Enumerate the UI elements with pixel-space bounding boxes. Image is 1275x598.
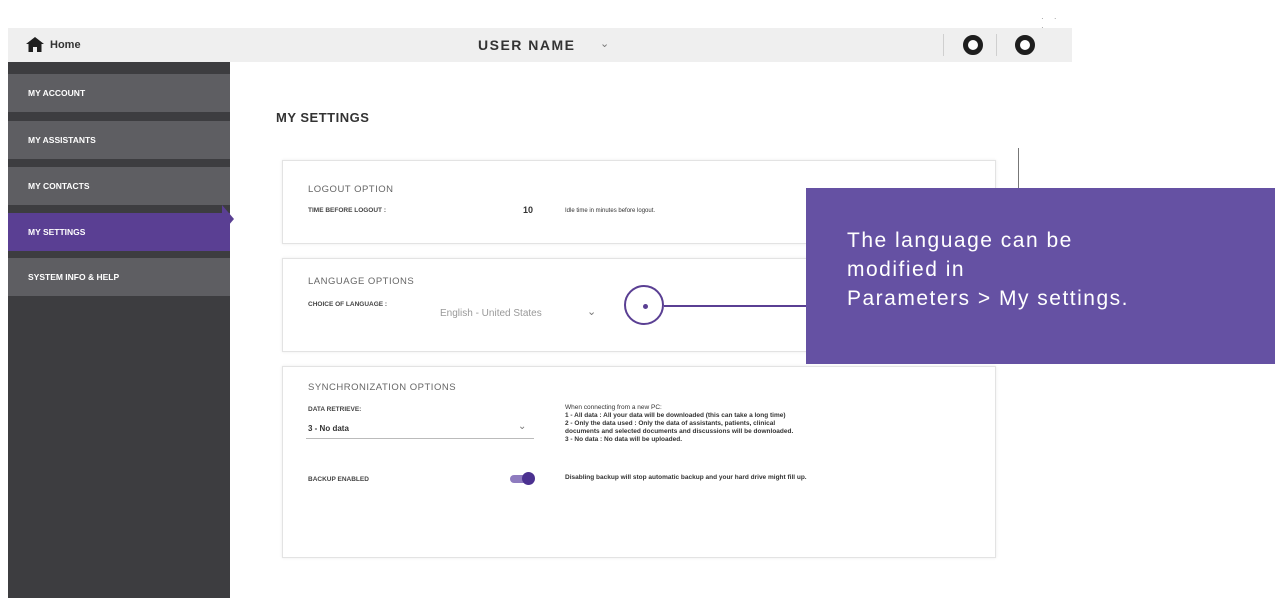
page-title: MY SETTINGS — [276, 110, 370, 125]
callout-text-line: modified in — [847, 258, 966, 281]
sidebar-item-my-assistants[interactable]: MY ASSISTANTS — [8, 121, 230, 159]
logout-section-title: LOGOUT OPTION — [308, 184, 394, 195]
active-item-pointer — [222, 205, 234, 233]
sync-info-line: 2 - Only the data used : Only the data o… — [565, 420, 776, 427]
sync-section-title: SYNCHRONIZATION OPTIONS — [308, 382, 457, 393]
divider — [1018, 148, 1019, 188]
choice-of-language-label: CHOICE OF LANGUAGE : — [308, 301, 388, 308]
backup-enabled-label: BACKUP ENABLED — [308, 476, 369, 483]
language-section-title: LANGUAGE OPTIONS — [308, 276, 415, 287]
chevron-down-icon[interactable]: ⌄ — [600, 37, 609, 50]
sidebar-item-my-settings[interactable]: MY SETTINGS — [8, 213, 230, 251]
logout-time-input[interactable]: 10 — [523, 205, 533, 215]
sidebar-item-label: MY SETTINGS — [28, 227, 86, 237]
callout-text-line: The language can be — [847, 229, 1073, 252]
toolbar-button-2[interactable] — [1015, 35, 1035, 55]
window-controls[interactable]: · · · — [1041, 14, 1072, 32]
tutorial-callout: The language can be modified in Paramete… — [806, 188, 1275, 364]
callout-text: The language can be modified in Paramete… — [847, 226, 1262, 313]
select-underline — [306, 438, 534, 439]
callout-target-dot — [643, 304, 648, 309]
callout-text-line: Parameters > My settings. — [847, 287, 1130, 310]
sidebar-item-label: MY ACCOUNT — [28, 88, 86, 98]
chevron-down-icon[interactable]: ⌄ — [587, 305, 596, 318]
backup-toggle-knob[interactable] — [522, 472, 535, 485]
sidebar: MY ACCOUNT MY ASSISTANTS MY CONTACTS MY … — [8, 62, 230, 598]
username-menu[interactable]: USER NAME — [478, 37, 576, 53]
divider — [943, 34, 944, 56]
sidebar-item-label: SYSTEM INFO & HELP — [28, 272, 120, 282]
sidebar-item-label: MY CONTACTS — [28, 181, 90, 191]
toolbar-button-1[interactable] — [963, 35, 983, 55]
divider — [996, 34, 997, 56]
house-icon — [26, 37, 44, 52]
sync-info-line: 1 - All data : All your data will be dow… — [565, 412, 786, 419]
sync-info: When connecting from a new PC: 1 - All d… — [565, 404, 793, 444]
sync-info-line: 3 - No data : No data will be uploaded. — [565, 436, 683, 443]
logout-time-hint: Idle time in minutes before logout. — [565, 208, 656, 214]
backup-hint: Disabling backup will stop automatic bac… — [565, 474, 807, 481]
data-retrieve-select[interactable]: 3 - No data — [308, 424, 349, 433]
home-label: Home — [50, 38, 81, 51]
sync-info-line: When connecting from a new PC: — [565, 404, 662, 411]
sync-info-line: documents and selected documents and dis… — [565, 428, 794, 435]
language-select[interactable]: English - United States — [440, 308, 542, 319]
sidebar-item-label: MY ASSISTANTS — [28, 135, 96, 145]
sidebar-item-system-info-help[interactable]: SYSTEM INFO & HELP — [8, 258, 230, 296]
sidebar-item-my-account[interactable]: MY ACCOUNT — [8, 74, 230, 112]
callout-connector-line — [664, 305, 806, 307]
time-before-logout-label: TIME BEFORE LOGOUT : — [308, 207, 386, 214]
chevron-down-icon[interactable]: ⌄ — [518, 421, 526, 432]
sidebar-item-my-contacts[interactable]: MY CONTACTS — [8, 167, 230, 205]
data-retrieve-label: DATA RETRIEVE: — [308, 406, 362, 413]
top-bar: Home USER NAME ⌄ · · · — [8, 14, 1072, 62]
home-button[interactable]: Home — [26, 37, 81, 52]
synchronization-panel — [282, 366, 996, 558]
